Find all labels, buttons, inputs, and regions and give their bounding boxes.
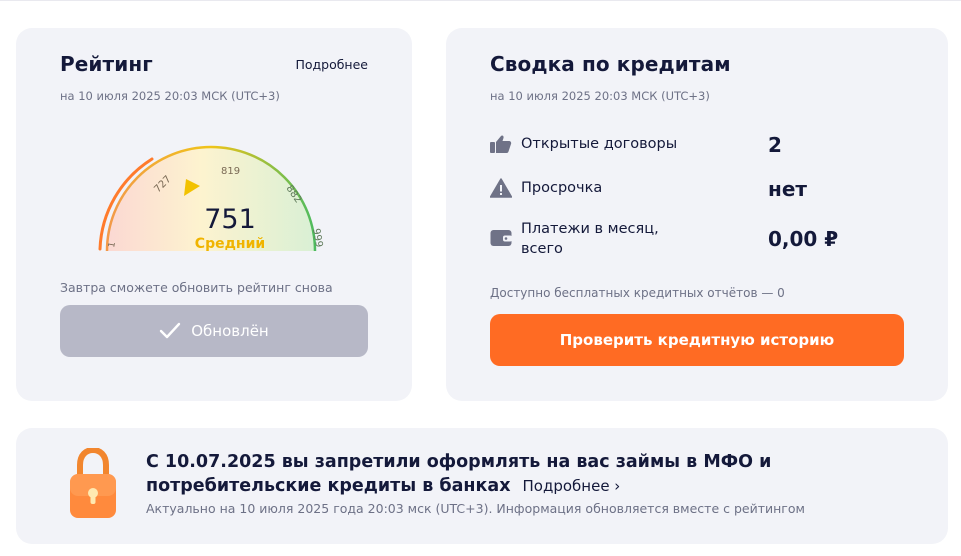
summary-date: на 10 июля 2025 20:03 МСК (UTC+3)	[490, 89, 710, 103]
open-contracts-label: Открытые договоры	[521, 136, 678, 152]
ban-updated-note: Актуально на 10 июля 2025 года 20:03 мск…	[146, 501, 805, 516]
rating-title: Рейтинг	[60, 52, 153, 76]
rating-more-link[interactable]: Подробнее	[295, 57, 368, 72]
rating-date: на 10 июля 2025 20:03 МСК (UTC+3)	[60, 89, 280, 103]
monthly-payments-label-line1: Платежи в месяц,	[521, 221, 659, 237]
summary-title: Сводка по кредитам	[490, 52, 731, 76]
rating-score: 751	[204, 204, 256, 235]
checkmark-icon	[160, 322, 181, 339]
monthly-payments-value: 0,00 ₽	[768, 227, 839, 251]
free-reports-note: Доступно бесплатных кредитных отчётов — …	[490, 286, 785, 300]
lock-icon	[70, 448, 116, 518]
overdue-value: нет	[768, 177, 807, 201]
warning-icon	[490, 178, 512, 198]
monthly-payments-label: Платежи в месяц, всего	[521, 219, 659, 259]
monthly-payments-label-line2: всего	[521, 241, 563, 257]
wallet-icon	[490, 230, 512, 246]
rating-level: Средний	[195, 236, 265, 252]
overdue-label: Просрочка	[521, 180, 603, 196]
thumbs-up-icon	[490, 135, 512, 153]
refresh-button-label: Обновлён	[191, 322, 269, 340]
refresh-note: Завтра сможете обновить рейтинг снова	[60, 280, 333, 295]
top-divider	[0, 0, 961, 1]
check-credit-history-button[interactable]: Проверить кредитную историю	[490, 314, 904, 366]
rating-card: Рейтинг Подробнее на 10 июля 2025 20:03 …	[16, 28, 412, 401]
loan-ban-text: С 10.07.2025 вы запретили оформлять на в…	[146, 450, 906, 498]
credit-summary-card: Сводка по кредитам на 10 июля 2025 20:03…	[446, 28, 948, 401]
gauge-tick-819: 819	[221, 166, 240, 177]
rating-gauge: 1 727 819 882 999 751 Средний	[98, 145, 324, 252]
refresh-button[interactable]: Обновлён	[60, 305, 368, 357]
loan-ban-message: С 10.07.2025 вы запретили оформлять на в…	[146, 452, 772, 496]
ban-more-link[interactable]: Подробнее ›	[523, 477, 621, 495]
loan-ban-card: С 10.07.2025 вы запретили оформлять на в…	[16, 428, 948, 544]
open-contracts-value: 2	[768, 133, 782, 157]
